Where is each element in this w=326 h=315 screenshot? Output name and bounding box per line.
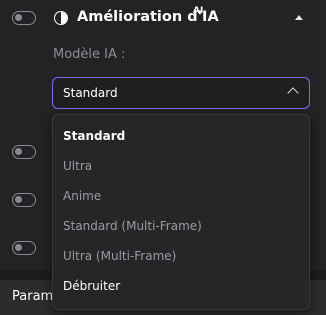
- option-ultra-multi-frame[interactable]: Ultra (Multi-Frame): [63, 249, 176, 263]
- option-standard[interactable]: Standard: [63, 129, 125, 143]
- toggle-knob: [15, 148, 22, 155]
- toggle-knob: [15, 196, 22, 203]
- option-toggle-3[interactable]: [12, 193, 36, 207]
- option-toggle-2[interactable]: [12, 145, 36, 159]
- ai-enhancement-toggle[interactable]: [12, 11, 36, 25]
- toggle-knob: [15, 244, 22, 251]
- ai-badge: AI: [193, 6, 204, 16]
- option-ultra[interactable]: Ultra: [63, 159, 92, 173]
- model-select-value: Standard: [63, 86, 118, 100]
- model-label: Modèle IA :: [53, 47, 126, 62]
- toggle-knob: [15, 14, 22, 21]
- model-dropdown: Standard Ultra Anime Standard (Multi-Fra…: [52, 114, 310, 310]
- option-toggle-4[interactable]: [12, 241, 36, 255]
- option-standard-multi-frame[interactable]: Standard (Multi-Frame): [63, 219, 202, 233]
- half-circle-icon: [54, 11, 68, 25]
- model-select[interactable]: Standard: [52, 77, 310, 109]
- chevron-up-icon: [287, 87, 299, 99]
- option-anime[interactable]: Anime: [63, 189, 101, 203]
- collapse-caret-icon[interactable]: [295, 15, 303, 20]
- option-debruiter[interactable]: Débruiter: [63, 279, 120, 293]
